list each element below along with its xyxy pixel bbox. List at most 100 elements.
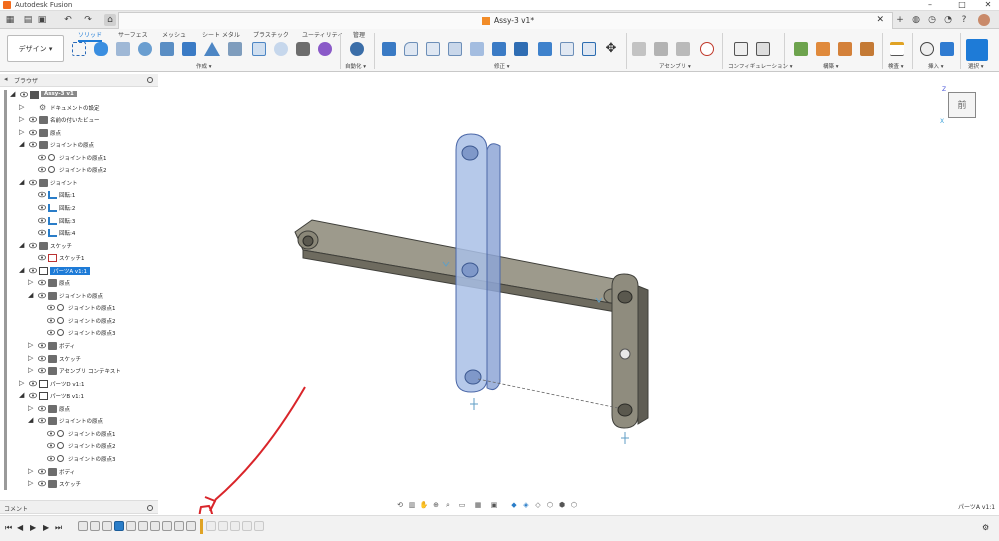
tab-solid[interactable]: ソリッド: [78, 30, 103, 42]
expand-toggle-icon[interactable]: ◢: [10, 90, 18, 98]
expand-toggle-icon[interactable]: ▷: [19, 115, 27, 123]
shell-icon[interactable]: [448, 42, 462, 56]
browser-row[interactable]: ▷ ⚙ ドキュメントの設定: [0, 102, 158, 114]
visibility-eye-icon[interactable]: [29, 380, 37, 387]
visibility-eye-icon[interactable]: [38, 166, 46, 173]
orbit-icon[interactable]: ⟲: [395, 501, 405, 510]
visibility-eye-icon[interactable]: [47, 304, 55, 311]
browser-row[interactable]: ジョイントの原点1: [0, 428, 158, 440]
browser-row[interactable]: 回転:2: [0, 202, 158, 214]
browser-row[interactable]: ジョイントの原点3: [0, 327, 158, 339]
browser-row[interactable]: ▷ スケッチ: [0, 353, 158, 365]
timeline-feature-selected[interactable]: [114, 521, 124, 531]
visibility-eye-icon[interactable]: [29, 141, 37, 148]
offset-plane-icon[interactable]: [794, 42, 808, 56]
boundary-fill-icon[interactable]: [318, 42, 332, 56]
expand-toggle-icon[interactable]: ◢: [19, 241, 27, 249]
timeline-feature-suppressed[interactable]: [230, 521, 240, 531]
configuration-table-icon[interactable]: [756, 42, 770, 56]
group-construct[interactable]: 構築 ▾: [823, 62, 839, 70]
tab-surface[interactable]: サーフェス: [118, 30, 148, 39]
undo-icon[interactable]: ↶: [62, 14, 74, 26]
timeline-feature-suppressed[interactable]: [242, 521, 252, 531]
document-tab[interactable]: Assy-3 v1* ✕: [118, 12, 893, 29]
visibility-eye-icon[interactable]: [29, 129, 37, 136]
group-configuration[interactable]: コンフィギュレーション ▾: [728, 62, 793, 70]
move-copy-icon[interactable]: ✥: [604, 42, 618, 56]
browser-row[interactable]: ジョイントの原点1: [0, 302, 158, 314]
as-built-joint-icon[interactable]: [676, 42, 690, 56]
step-forward-icon[interactable]: ▶: [43, 523, 49, 532]
browser-row[interactable]: ▷ パーツD v1:1: [0, 378, 158, 390]
browser-row[interactable]: スケッチ1: [0, 252, 158, 264]
measure-icon[interactable]: [890, 42, 904, 56]
browser-row[interactable]: ▷ ボディ: [0, 340, 158, 352]
visibility-eye-icon[interactable]: [29, 242, 37, 249]
timeline-marker[interactable]: [200, 519, 203, 534]
timeline-feature[interactable]: [126, 521, 136, 531]
browser-row[interactable]: ◢ ジョイント: [0, 177, 158, 189]
expand-toggle-icon[interactable]: ▷: [28, 467, 36, 475]
comments-panel[interactable]: コメント: [0, 500, 158, 514]
minimize-button[interactable]: –: [920, 0, 940, 10]
apps-grid-icon[interactable]: ▦: [4, 14, 16, 26]
group-modify[interactable]: 修正 ▾: [494, 62, 510, 70]
group-insert[interactable]: 挿入 ▾: [928, 62, 944, 70]
select-edge-icon[interactable]: ◇: [533, 501, 543, 510]
browser-row[interactable]: ▷ スケッチ: [0, 478, 158, 490]
expand-toggle-icon[interactable]: ▷: [28, 341, 36, 349]
select-component-icon[interactable]: ⬡: [569, 501, 579, 510]
browser-row[interactable]: ◢ スケッチ: [0, 240, 158, 252]
home-icon[interactable]: ⌂: [104, 14, 116, 26]
scale-icon[interactable]: [492, 42, 506, 56]
timeline-feature[interactable]: [150, 521, 160, 531]
visibility-eye-icon[interactable]: [38, 217, 46, 224]
help-icon[interactable]: ?: [958, 14, 970, 26]
create-sketch-icon[interactable]: [72, 42, 86, 56]
collapse-arrow-icon[interactable]: ◂: [4, 75, 8, 83]
browser-row[interactable]: ◢ ジョイントの原点: [0, 415, 158, 427]
web-icon[interactable]: [228, 42, 242, 56]
browser-row[interactable]: ジョイントの原点2: [0, 315, 158, 327]
select-body-icon[interactable]: ◆: [509, 501, 519, 510]
extrude-icon[interactable]: [116, 42, 130, 56]
visibility-eye-icon[interactable]: [38, 342, 46, 349]
visibility-eye-icon[interactable]: [29, 392, 37, 399]
rib-icon[interactable]: [204, 42, 220, 56]
fit-icon[interactable]: ⌕: [443, 501, 453, 510]
zoom-icon[interactable]: ⊕: [431, 501, 441, 510]
visibility-eye-icon[interactable]: [38, 254, 46, 261]
pattern-icon[interactable]: [252, 42, 266, 56]
group-select[interactable]: 選択 ▾: [968, 62, 984, 70]
expand-toggle-icon[interactable]: ▷: [28, 479, 36, 487]
joint-icon[interactable]: [654, 42, 668, 56]
part-a-body-selected[interactable]: [455, 133, 501, 393]
browser-row[interactable]: 回転:4: [0, 227, 158, 239]
visibility-eye-icon[interactable]: [38, 279, 46, 286]
new-tab-icon[interactable]: +: [894, 14, 906, 26]
workspace-switcher-button[interactable]: デザイン ▾: [7, 35, 64, 62]
timeline-feature-suppressed[interactable]: [254, 521, 264, 531]
visibility-eye-icon[interactable]: [47, 442, 55, 449]
step-back-icon[interactable]: ◀: [17, 523, 23, 532]
browser-row[interactable]: ▷ ボディ: [0, 466, 158, 478]
expand-toggle-icon[interactable]: ◢: [19, 391, 27, 399]
visibility-eye-icon[interactable]: [20, 91, 28, 98]
panel-pin-icon[interactable]: [147, 77, 153, 83]
visibility-eye-icon[interactable]: [38, 367, 46, 374]
timeline-settings-icon[interactable]: ⚙: [982, 523, 989, 532]
tab-manage[interactable]: 管理: [353, 30, 365, 39]
display-settings-icon[interactable]: ▭: [457, 501, 467, 510]
timeline-feature-suppressed[interactable]: [218, 521, 228, 531]
midplane-icon[interactable]: [860, 42, 874, 56]
expand-toggle-icon[interactable]: ▷: [19, 128, 27, 136]
part-b-body[interactable]: [611, 273, 649, 429]
mirror-icon[interactable]: [274, 42, 288, 56]
expand-toggle-icon[interactable]: ▷: [28, 278, 36, 286]
timeline-feature[interactable]: [78, 521, 88, 531]
browser-row[interactable]: ▷ 名前の付いたビュー: [0, 114, 158, 126]
motion-link-icon[interactable]: [700, 42, 714, 56]
expand-toggle-icon[interactable]: ▷: [19, 103, 27, 111]
browser-row[interactable]: ▷ 原点: [0, 127, 158, 139]
save-icon[interactable]: ▣: [36, 14, 48, 26]
